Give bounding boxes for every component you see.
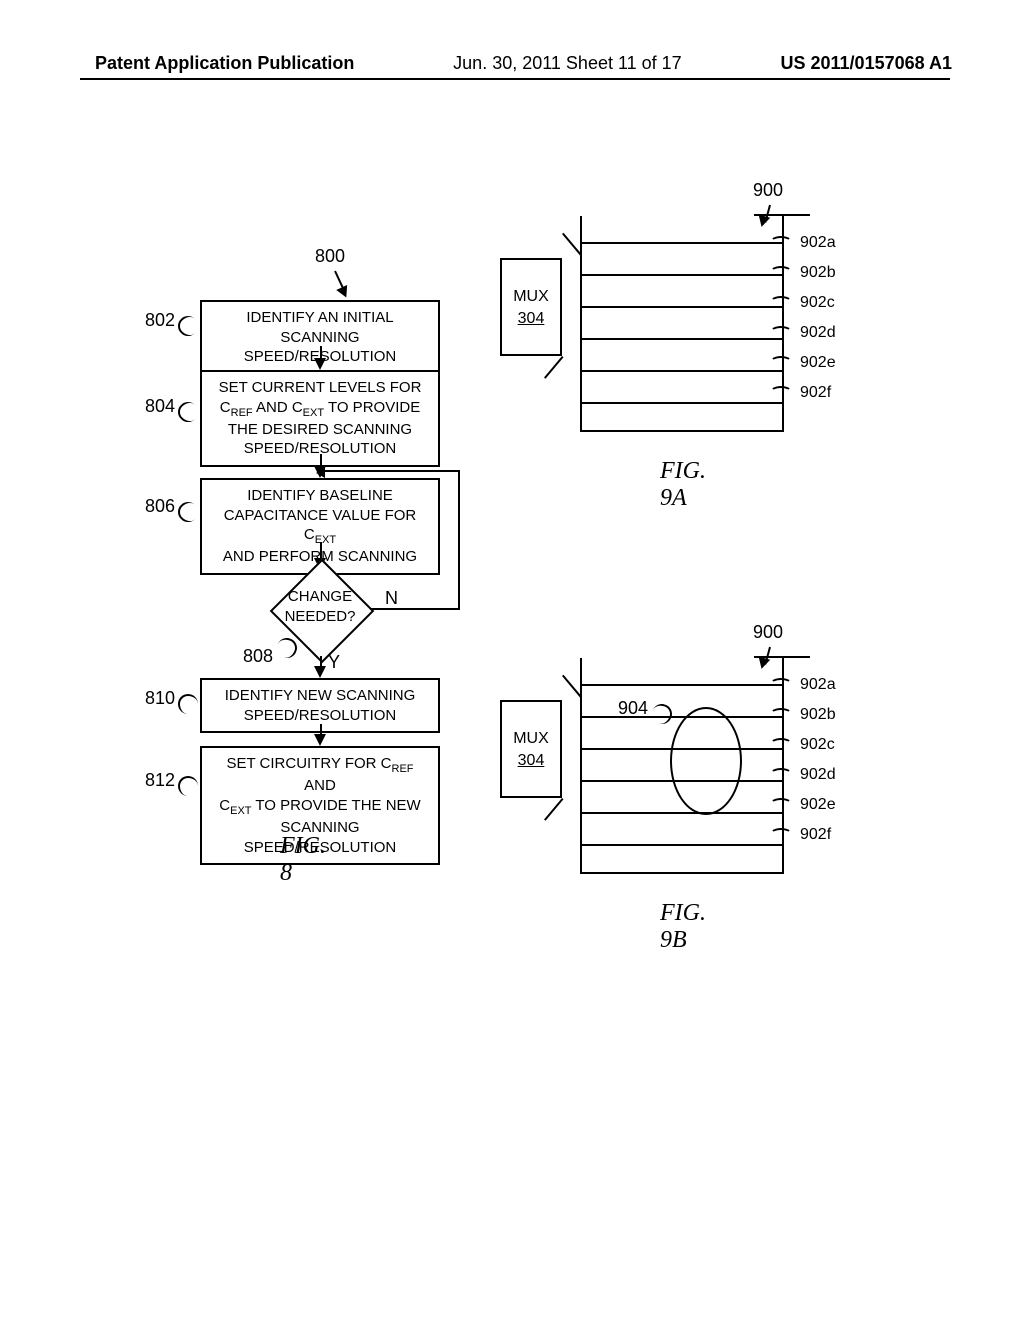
step-806-sub: EXT [315,534,336,546]
decision-yes: Y [328,652,340,673]
leader-806 [174,498,202,526]
step-804-l2a: C [220,399,231,416]
step-812-l1a: SET CIRCUITRY FOR C [226,755,391,772]
row-9a-6 [582,402,782,436]
fig9a-caption: FIG. 9A [660,458,706,512]
step-804-box: SET CURRENT LEVELS FOR CREF AND CEXT TO … [200,370,440,467]
step-804-l1: SET CURRENT LEVELS FOR [219,379,422,396]
step-804-l2b: AND C [253,399,303,416]
arc-902a-b [770,678,792,690]
row-9b-0 [582,658,782,684]
step-812-sub2: EXT [230,805,251,817]
arc-902c-b [770,738,792,750]
row-9a-5 [582,370,782,402]
arrowhead-810-812 [314,734,326,746]
no-line-v [458,470,460,610]
arc-902a-a [770,236,792,248]
arc-902e-a [770,356,792,368]
row-9b-6 [582,844,782,878]
lbl-902f-a: 902f [800,384,831,402]
fig8-caption: FIG. 8 [280,833,326,887]
lbl-902f-b: 902f [800,826,831,844]
step-804-l2c: TO PROVIDE [324,399,420,416]
mux-9b: MUX 304 [500,700,562,798]
step-804-l3: THE DESIRED SCANNING [228,421,412,438]
lbl-902c-a: 902c [800,294,835,312]
decision-no: N [385,588,398,609]
no-line-h1 [370,608,460,610]
mux-slant-top-9b [562,675,582,698]
mux-label-9a: MUX [502,288,560,306]
step-812-sub1: REF [392,763,414,775]
step-802-l1: IDENTIFY AN INITIAL SCANNING [246,309,393,346]
lbl-902b-b: 902b [800,706,836,724]
step-804-sub2: EXT [303,407,324,419]
fig9b-caption: FIG. 9B [660,900,706,954]
lbl-902b-a: 902b [800,264,836,282]
row-9a-1 [582,242,782,274]
step-804-sub1: REF [231,407,253,419]
ref-label-808: 808 [243,646,273,667]
step-810-l2: SPEED/RESOLUTION [244,707,397,724]
leader-808 [274,635,300,661]
step-812-l2a: C [219,797,230,814]
row-9a-4 [582,338,782,370]
mux-num-9a: 304 [502,310,560,328]
arc-902d-a [770,326,792,338]
mux-num-9b: 304 [502,752,560,770]
mux-label-9b: MUX [502,730,560,748]
ref-label-800: 800 [315,246,345,267]
ref-label-802: 802 [145,310,175,331]
arrowhead-808-810 [314,666,326,678]
ref-label-810: 810 [145,688,175,709]
leader-812 [178,776,198,796]
lbl-902d-b: 902d [800,766,836,784]
arc-902d-b [770,768,792,780]
page-header: Patent Application Publication Jun. 30, … [0,53,1024,74]
touch-904 [670,707,742,815]
ref-label-900a: 900 [753,180,783,201]
row-9a-2 [582,274,782,306]
step-806-l1: IDENTIFY BASELINE [247,487,393,504]
no-line-h2 [322,470,460,472]
header-center: Jun. 30, 2011 Sheet 11 of 17 [453,53,682,74]
ref-label-804: 804 [145,396,175,417]
ref-label-904: 904 [618,698,648,719]
leader-810 [178,694,198,714]
arc-902c-a [770,296,792,308]
mux-slant-top-9a [562,233,582,256]
arc-902b-a [770,266,792,278]
lbl-902e-a: 902e [800,354,836,372]
arc-902f-b [770,828,792,840]
step-812-l1b: AND [304,777,336,794]
ref-label-806: 806 [145,496,175,517]
pointer-head-800 [336,285,352,300]
lbl-902a-a: 902a [800,234,836,252]
leader-802 [174,312,202,340]
mux-9a: MUX 304 [500,258,562,356]
lbl-902a-b: 902a [800,676,836,694]
lbl-902e-b: 902e [800,796,836,814]
step-812-l2b: TO PROVIDE THE NEW [252,797,421,814]
arrowhead-802-804 [314,358,326,370]
lbl-902c-b: 902c [800,736,835,754]
arc-902b-b [770,708,792,720]
header-right: US 2011/0157068 A1 [781,53,952,74]
leader-804 [174,398,202,426]
rows-9a [580,216,784,432]
mux-slant-bot-9b [544,798,564,821]
lbl-902d-a: 902d [800,324,836,342]
row-9a-3 [582,306,782,338]
header-left: Patent Application Publication [95,53,354,74]
arc-902f-a [770,386,792,398]
step-810-l1: IDENTIFY NEW SCANNING [225,687,416,704]
arc-902e-b [770,798,792,810]
row-9b-5 [582,812,782,844]
ref-label-812: 812 [145,770,175,791]
row-9b-1 [582,684,782,716]
ref-label-900b: 900 [753,622,783,643]
row-9a-0 [582,216,782,242]
mux-slant-bot-9a [544,356,564,379]
